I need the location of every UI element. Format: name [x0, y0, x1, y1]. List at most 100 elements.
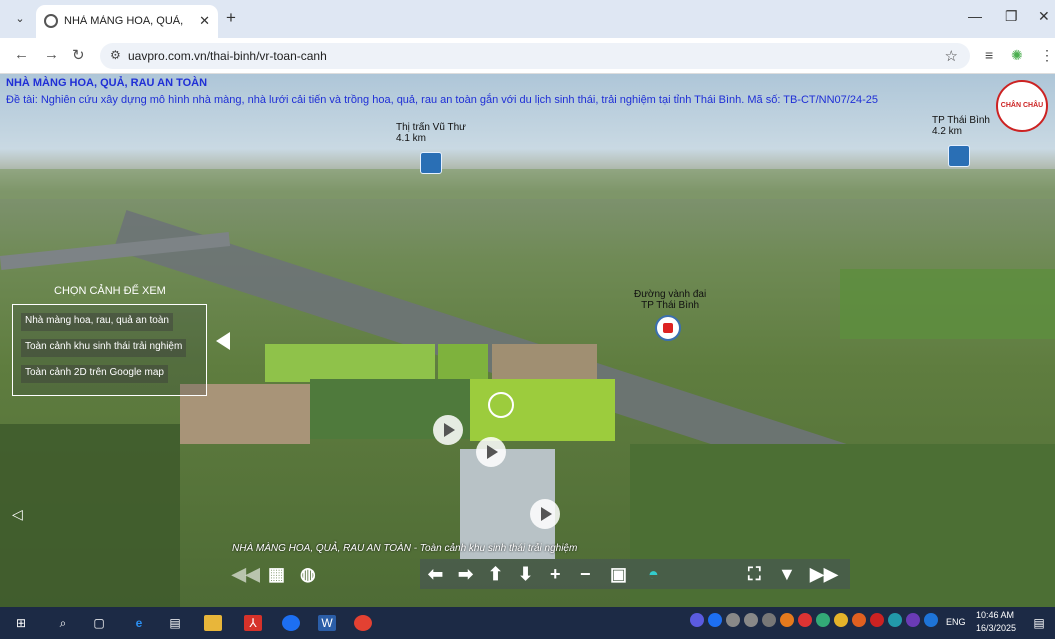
- rewind-icon[interactable]: ◀◀: [232, 561, 260, 587]
- building-icon[interactable]: [420, 152, 442, 174]
- tray-app-icon[interactable]: [852, 613, 866, 627]
- acrobat-icon[interactable]: ⅄: [244, 615, 262, 631]
- store-icon[interactable]: ▤: [166, 615, 184, 631]
- close-icon[interactable]: ✕: [199, 13, 210, 29]
- pan-left-icon[interactable]: ⬅: [428, 561, 443, 587]
- tab-title: NHÀ MÀNG HOA, QUẢ, RAU A: [64, 15, 184, 27]
- hotspot-name: Thị trấn Vũ Thư: [396, 122, 466, 133]
- tray-app-icon[interactable]: [888, 613, 902, 627]
- tab-bar: ⌄ NHÀ MÀNG HOA, QUẢ, RAU A ✕ + — ❐ ✕: [0, 0, 1055, 38]
- windows-start-icon[interactable]: ⊞: [12, 615, 30, 631]
- scene-menu-item[interactable]: Nhà màng hoa, rau, quả an toàn: [21, 313, 173, 331]
- forward-icon[interactable]: →: [44, 46, 59, 63]
- chan-chau-logo: CHÂN CHÂU: [996, 80, 1048, 132]
- pen-icon[interactable]: [762, 613, 776, 627]
- notifications-icon[interactable]: ▤: [1030, 615, 1048, 631]
- tray-app-icon[interactable]: [798, 613, 812, 627]
- zalo-icon[interactable]: [282, 615, 300, 631]
- reload-icon[interactable]: ↻: [72, 46, 85, 64]
- bookmark-star-icon[interactable]: ☆: [945, 47, 958, 65]
- pan-down-icon[interactable]: ⬇: [518, 561, 533, 587]
- pan-right-icon[interactable]: ➡: [458, 561, 473, 587]
- search-icon[interactable]: ⌕: [54, 615, 72, 631]
- minimize-icon[interactable]: —: [968, 8, 982, 24]
- scene-menu-item[interactable]: Toàn cảnh khu sinh thái trải nghiệm: [21, 339, 187, 357]
- vr-headset-icon[interactable]: ▣: [610, 561, 627, 587]
- play-hotspot-icon[interactable]: [433, 415, 463, 445]
- clock-time[interactable]: 10:46 AM: [976, 610, 1014, 620]
- tray-app-icon[interactable]: [690, 613, 704, 627]
- new-tab-button[interactable]: +: [226, 8, 236, 28]
- window-close-icon[interactable]: ✕: [1038, 8, 1050, 25]
- taskbar: ⊞ ⌕ ▢ e ▤ ⅄ W ENG 10:46 AM 16/3/2025 ▤: [0, 607, 1055, 639]
- road-hotspot-icon[interactable]: [655, 315, 681, 341]
- fullscreen-icon[interactable]: ⛶: [748, 561, 761, 587]
- globe-icon: [44, 14, 58, 28]
- menu-collapse-arrow-icon[interactable]: [216, 332, 230, 350]
- horizon-band: [0, 169, 1055, 199]
- tray-app-icon[interactable]: [816, 613, 830, 627]
- trees-left: [0, 424, 180, 607]
- omnibox[interactable]: ⚙ uavpro.com.vn/thai-binh/vr-toan-canh ☆: [100, 43, 970, 69]
- clock-date[interactable]: 16/3/2025: [976, 623, 1016, 633]
- play-hotspot-icon[interactable]: [476, 437, 506, 467]
- reading-list-icon[interactable]: ≡: [985, 47, 993, 63]
- thumbnails-grid-icon[interactable]: ▦: [268, 561, 285, 587]
- scene-menu-title: CHỌN CẢNH ĐỂ XEM: [54, 285, 166, 297]
- active-tab[interactable]: NHÀ MÀNG HOA, QUẢ, RAU A ✕: [36, 5, 218, 38]
- more-menu-icon[interactable]: ⋮: [1040, 47, 1054, 64]
- tray-app-icon[interactable]: [870, 613, 884, 627]
- hide-controls-icon[interactable]: ▼: [778, 561, 796, 587]
- building-icon[interactable]: [948, 145, 970, 167]
- globe-map-icon[interactable]: ◍: [300, 561, 316, 587]
- tray-app-icon[interactable]: [834, 613, 848, 627]
- tray-zalo-icon[interactable]: [708, 613, 722, 627]
- hotspot-distance: 4.2 km: [932, 126, 963, 137]
- speaker-icon[interactable]: ◁: [12, 506, 23, 523]
- scene-menu-item[interactable]: Toàn cảnh 2D trên Google map: [21, 365, 168, 383]
- page-subtitle: Đề tài: Nghiên cứu xây dựng mô hình nhà …: [6, 94, 878, 106]
- url-text[interactable]: uavpro.com.vn/thai-binh/vr-toan-canh: [128, 49, 327, 63]
- extension-icon[interactable]: ✺: [1011, 47, 1023, 64]
- volume-icon[interactable]: [744, 613, 758, 627]
- scene-caption: NHÀ MÀNG HOA, QUẢ, RAU AN TOÀN - Toàn cả…: [232, 543, 578, 554]
- hotspot-name: Đường vành đai: [634, 289, 707, 300]
- restore-icon[interactable]: ❐: [1005, 8, 1018, 25]
- tray-app-icon[interactable]: [906, 613, 920, 627]
- file-explorer-icon[interactable]: [204, 615, 222, 631]
- hotspot-name: TP Thái Bình: [932, 115, 990, 126]
- edge-icon[interactable]: e: [130, 615, 148, 631]
- play-hotspot-icon[interactable]: [530, 499, 560, 529]
- site-info-icon[interactable]: ⚙: [110, 48, 121, 62]
- back-icon[interactable]: ←: [14, 46, 29, 63]
- zoom-out-icon[interactable]: −: [580, 561, 591, 587]
- hotspot-label-vu-thu[interactable]: Thị trấn Vũ Thư 4.1 km: [396, 122, 466, 144]
- hotspot-distance: TP Thái Bình: [641, 300, 700, 311]
- page-title: NHÀ MÀNG HOA, QUẢ, RAU AN TOÀN: [6, 77, 208, 89]
- address-bar: ← → ↻ ⚙ uavpro.com.vn/thai-binh/vr-toan-…: [0, 38, 1055, 74]
- hotspot-distance: 4.1 km: [396, 133, 427, 144]
- hotspot-label-thai-binh[interactable]: TP Thái Bình 4.2 km: [932, 115, 990, 137]
- crop-field: [438, 344, 488, 382]
- control-bar: ⬅ ➡ ⬆ ⬇ + − ▣ ◓ ⛶ ▼ ▶▶: [420, 559, 850, 589]
- panorama-viewer[interactable]: NHÀ MÀNG HOA, QUẢ, RAU AN TOÀN Đề tài: N…: [0, 74, 1055, 607]
- chrome-icon[interactable]: [354, 615, 372, 631]
- tray-app-icon[interactable]: [780, 613, 794, 627]
- hotspot-label-ring-road[interactable]: Đường vành đai TP Thái Bình: [634, 289, 706, 311]
- autoplay-icon[interactable]: ▶▶: [810, 561, 838, 587]
- zoom-in-icon[interactable]: +: [550, 561, 561, 587]
- logo-text: CHÂN CHÂU: [1000, 102, 1044, 109]
- crop-rows-right: [840, 269, 1055, 339]
- tray-app-icon[interactable]: [924, 613, 938, 627]
- crop-field: [492, 344, 597, 382]
- crop-field: [265, 344, 435, 382]
- 3d-glasses-icon[interactable]: ◓: [648, 561, 659, 587]
- scene-menu: Nhà màng hoa, rau, quả an toàn Toàn cảnh…: [12, 304, 207, 396]
- word-icon[interactable]: W: [318, 615, 336, 631]
- language-indicator[interactable]: ENG: [946, 617, 966, 627]
- tab-search-chevron-icon[interactable]: ⌄: [10, 9, 30, 29]
- network-icon[interactable]: [726, 613, 740, 627]
- task-view-icon[interactable]: ▢: [90, 615, 108, 631]
- pan-up-icon[interactable]: ⬆: [488, 561, 503, 587]
- target-hotspot-icon[interactable]: [488, 392, 514, 418]
